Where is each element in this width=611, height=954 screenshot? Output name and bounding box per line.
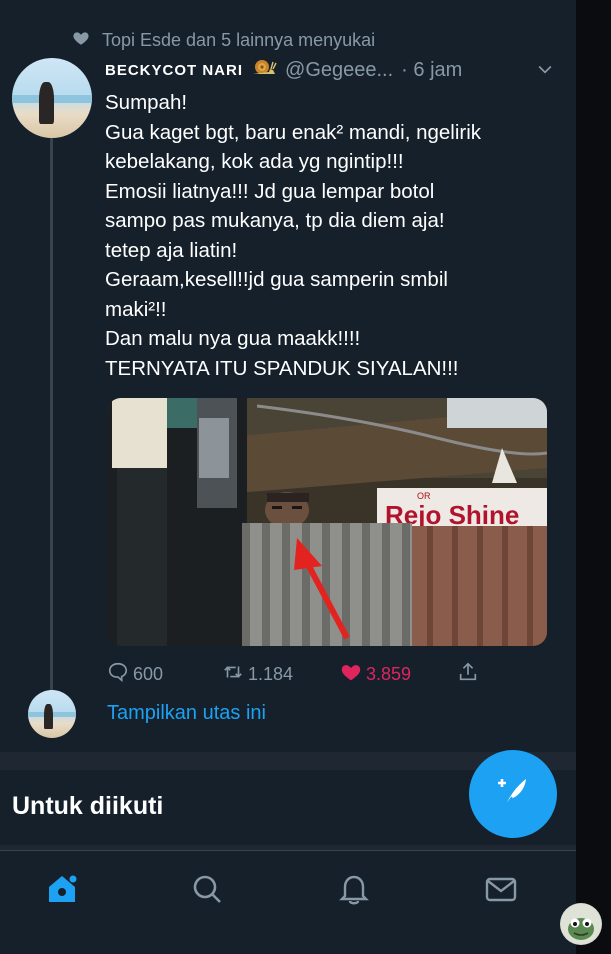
screen-edge <box>576 0 611 954</box>
reply-count: 600 <box>133 663 164 684</box>
compose-tweet-button[interactable] <box>469 750 557 838</box>
retweet-count: 1.184 <box>248 663 294 684</box>
heart-icon <box>72 29 90 52</box>
nav-notifications[interactable] <box>334 871 374 911</box>
user-handle[interactable]: @Gegeee... <box>285 59 393 82</box>
share-icon <box>457 661 479 688</box>
tweet-line: kebelakang, kok ada yg ngintip!!! <box>105 150 404 173</box>
nav-search[interactable] <box>187 871 227 911</box>
tweet-text[interactable]: Sumpah! Gua kaget bgt, baru enak² mandi,… <box>105 88 555 383</box>
tweet-photo[interactable]: OR Rejo Shine <box>107 398 547 646</box>
compose-feather-icon <box>492 771 534 818</box>
tweet-line: sampo pas mukanya, tp dia diem aja! <box>105 209 445 232</box>
retweet-icon <box>222 661 244 688</box>
tweet-line: Sumpah! <box>105 91 188 114</box>
bottom-navigation <box>0 850 576 930</box>
mail-icon <box>484 872 518 911</box>
social-context: Topi Esde dan 5 lainnya menyukai <box>72 29 375 51</box>
bell-icon <box>337 872 371 911</box>
tweet-header[interactable]: BECKYCOT NARI @Gegeee... · 6 jam <box>105 55 555 85</box>
tweet-line: tetep aja liatin! <box>105 238 238 262</box>
snail-icon <box>251 56 277 84</box>
tweet-line: Dan malu nya gua maakk!!!! <box>105 327 361 350</box>
thread-connector-line <box>50 138 53 691</box>
tweet-timestamp[interactable]: · 6 jam <box>401 59 462 82</box>
avatar[interactable] <box>12 58 92 138</box>
home-icon <box>45 872 79 911</box>
retweet-button[interactable]: 1.184 <box>222 660 293 688</box>
watermark-logo <box>560 903 602 945</box>
reply-button[interactable]: 600 <box>107 660 163 688</box>
tweet-line: Emosii liatnya!!! Jd gua lempar botol <box>105 179 435 203</box>
tweet-line: Gua kaget bgt, baru enak² mandi, ngeliri… <box>105 120 482 144</box>
nav-home[interactable] <box>42 871 82 911</box>
chevron-down-icon[interactable] <box>535 59 555 85</box>
twitter-screen: Topi Esde dan 5 lainnya menyukai BECKYCO… <box>0 0 576 954</box>
social-context-text: Topi Esde dan 5 lainnya menyukai <box>102 29 376 50</box>
like-button[interactable]: 3.859 <box>340 660 411 688</box>
tweet-actions: 600 1.184 3.859 <box>107 660 487 688</box>
heart-filled-icon <box>340 661 362 688</box>
share-button[interactable] <box>457 660 479 688</box>
comment-icon <box>107 661 129 688</box>
tweet-line: maki²!! <box>105 297 167 321</box>
thread-avatar[interactable] <box>28 690 76 738</box>
who-to-follow-title: Untuk diikuti <box>12 792 164 820</box>
tweet-line: TERNYATA ITU SPANDUK SIYALAN!!! <box>105 356 459 380</box>
nav-messages[interactable] <box>481 871 521 911</box>
search-icon <box>190 872 224 911</box>
tweet-line: Geraam,kesell!!jd gua samperin smbil <box>105 268 448 291</box>
display-name[interactable]: BECKYCOT NARI <box>105 62 243 79</box>
show-thread-link[interactable]: Tampilkan utas ini <box>107 702 266 725</box>
like-count: 3.859 <box>366 663 412 684</box>
